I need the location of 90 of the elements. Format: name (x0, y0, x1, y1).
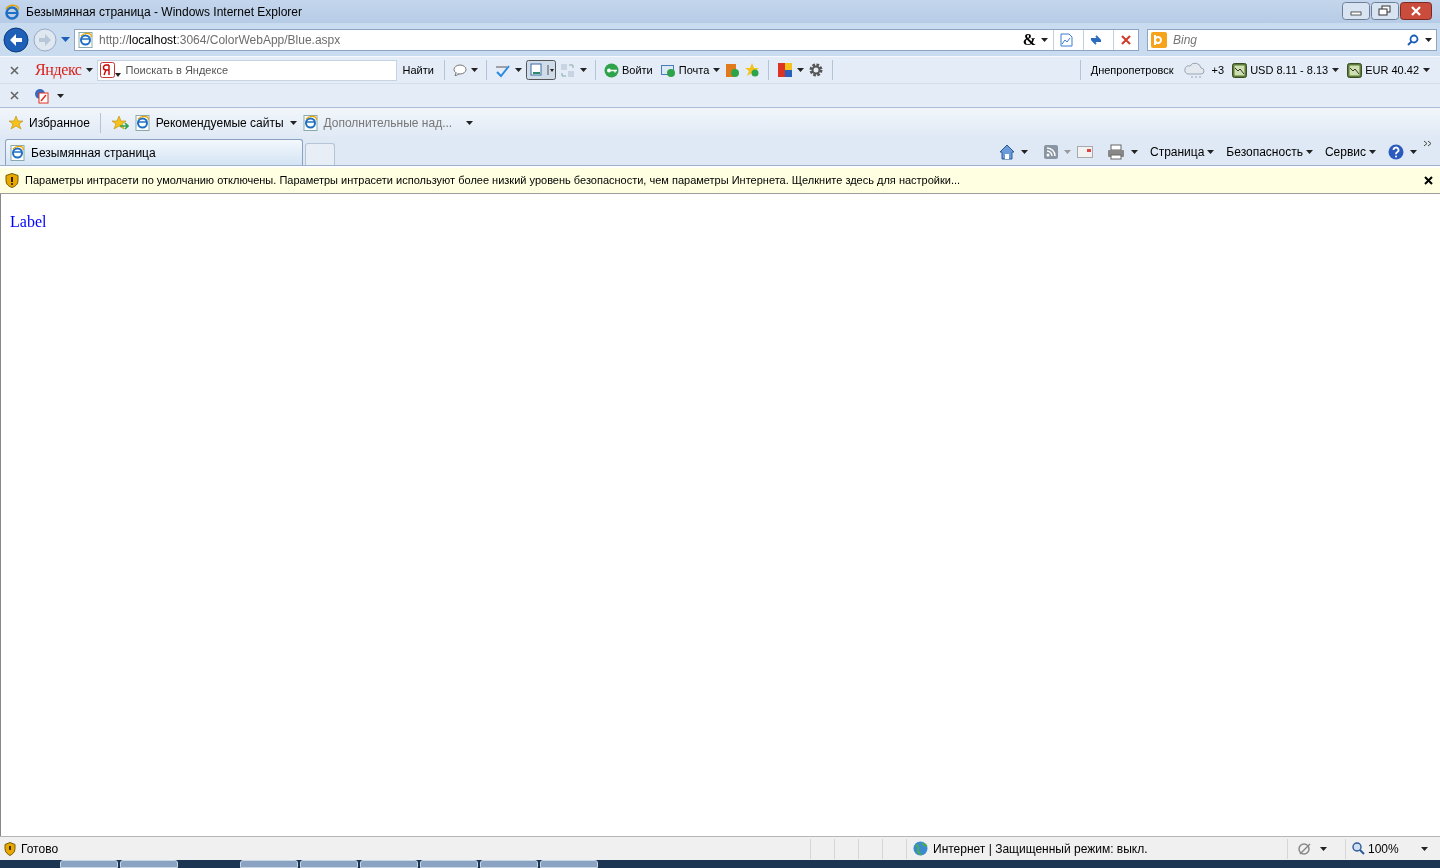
dropdown-caret-icon[interactable] (514, 68, 522, 72)
command-menu[interactable]: Сервис (1324, 143, 1376, 161)
address-bar[interactable]: http://localhost:3064/ColorWebApp/Blue.aspx & (74, 28, 1139, 51)
dropdown-caret-icon[interactable] (466, 121, 474, 125)
zoom-icon (1352, 842, 1365, 855)
dropdown-caret-icon (1369, 150, 1376, 154)
url-text: http://localhost:3064/ColorWebApp/Blue.aspx (99, 31, 341, 49)
page-label: Label (10, 213, 47, 230)
yandex-search-input[interactable]: Поискать в Яндексе (125, 61, 396, 79)
dropdown-caret-icon[interactable] (1332, 68, 1340, 72)
ampersand-icon[interactable]: & (1022, 31, 1036, 48)
compatibility-view-icon[interactable] (1059, 32, 1073, 47)
dropdown-caret-icon[interactable] (1410, 150, 1417, 154)
shield-warning-icon (5, 173, 19, 188)
dropdown-caret-icon[interactable] (57, 93, 64, 98)
dropdown-caret-icon[interactable] (1423, 68, 1430, 72)
translate-button[interactable] (525, 60, 556, 80)
dropdown-caret-icon[interactable] (579, 68, 587, 72)
dropdown-caret-icon[interactable] (1320, 846, 1327, 851)
home-icon[interactable] (998, 144, 1015, 160)
dropdown-caret-icon (1207, 150, 1215, 154)
stop-icon[interactable] (1119, 32, 1133, 47)
color-cube-icon[interactable] (777, 62, 794, 78)
chart-icon (1232, 62, 1248, 78)
zoom-button[interactable]: 100% (1345, 838, 1435, 859)
search-provider-icon (1151, 31, 1167, 48)
dropdown-caret-icon[interactable] (1020, 150, 1028, 154)
dropdown-caret-icon[interactable] (1041, 37, 1048, 42)
information-bar-message: Параметры интрасети по умолчанию отключены. Параметры интрасети используют более низкий уровень безопасности, чем параметры Интернета. Щелкните здесь для настройки... (25, 173, 962, 189)
dropdown-caret-icon[interactable] (1425, 37, 1432, 42)
weather-cloud-icon (1181, 62, 1208, 78)
browser-tab[interactable]: Безымянная страница (5, 139, 303, 165)
ie-page-icon (134, 115, 151, 131)
search-icon[interactable] (1407, 33, 1419, 46)
help-icon[interactable] (1388, 144, 1404, 160)
city-name: Днепропетровск (1090, 62, 1174, 78)
ie-page-icon (10, 144, 26, 161)
add-to-favorites-icon[interactable] (110, 115, 129, 131)
find-button[interactable]: Найти (400, 61, 436, 79)
dropdown-caret-icon[interactable] (85, 68, 93, 72)
dropdown-caret-icon[interactable] (289, 121, 297, 125)
favorites-button[interactable]: Избранное (8, 114, 90, 132)
dropdown-caret-icon (1305, 150, 1313, 154)
window-title: Безымянная страница - Windows Internet Explorer (26, 3, 303, 21)
temperature: +3 (1211, 62, 1225, 78)
back-button[interactable] (3, 26, 29, 53)
command-menu[interactable]: Безопасность (1226, 143, 1313, 161)
globe-icon (913, 841, 928, 856)
refresh-icon[interactable] (1089, 32, 1103, 47)
key-icon (603, 62, 619, 78)
close-icon[interactable] (1424, 176, 1433, 185)
mail-button[interactable]: Почта (660, 61, 710, 79)
dropdown-caret-icon[interactable] (713, 68, 721, 72)
favorites-bar-item[interactable]: Рекомендуемые сайты (134, 114, 284, 132)
favorite-star-icon[interactable] (744, 62, 761, 78)
ie-page-icon (302, 115, 319, 131)
login-button[interactable]: Войти (603, 61, 653, 79)
chart-icon (1347, 62, 1363, 78)
minimize-button[interactable] (1342, 2, 1370, 20)
close-button[interactable] (1400, 2, 1432, 20)
rss-feed-icon[interactable] (1043, 145, 1058, 159)
information-bar[interactable]: Параметры интрасети по умолчанию отключены. Параметры интрасети используют более низкий уровень безопасности, чем параметры Интернета. Щелкните здесь для настройки... (0, 168, 1440, 194)
close-toolbar-icon[interactable] (10, 65, 19, 75)
read-mail-icon[interactable] (1076, 146, 1093, 158)
star-icon (8, 115, 24, 131)
status-text: Готово (21, 840, 59, 858)
mail-icon (660, 62, 676, 78)
more-chevron-icon[interactable] (1423, 140, 1432, 147)
command-menu[interactable]: Страница (1149, 143, 1215, 161)
currency-rate[interactable]: USD 8.11 - 8.13 (1232, 61, 1329, 79)
dropdown-caret-icon[interactable] (797, 68, 805, 72)
print-icon[interactable] (1106, 144, 1125, 160)
shield-warning-icon (4, 841, 16, 856)
ie-logo-icon (4, 3, 20, 20)
search-input[interactable]: Bing (1173, 30, 1401, 49)
ie-page-icon (78, 31, 94, 48)
yandex-search-field[interactable]: Поискать в Яндексе (96, 59, 397, 81)
close-toolbar-icon[interactable] (10, 91, 19, 100)
recent-pages-caret-icon[interactable] (61, 37, 70, 42)
settings-icon[interactable] (808, 62, 825, 78)
dropdown-caret-icon (1421, 846, 1428, 851)
search-field[interactable]: Bing (1147, 28, 1437, 51)
dropdown-caret-icon[interactable] (1130, 150, 1138, 154)
dropdown-caret-icon[interactable] (470, 68, 478, 72)
yandex-y-icon[interactable] (99, 62, 122, 78)
currency-rate[interactable]: EUR 40.42 (1347, 61, 1419, 79)
security-zone-text: Интернет | Защищенный режим: выкл. (933, 840, 1148, 858)
yandex-logo: Яндекс (35, 60, 82, 81)
popup-blocker-icon[interactable] (1298, 841, 1314, 856)
restore-button[interactable] (1371, 2, 1399, 20)
